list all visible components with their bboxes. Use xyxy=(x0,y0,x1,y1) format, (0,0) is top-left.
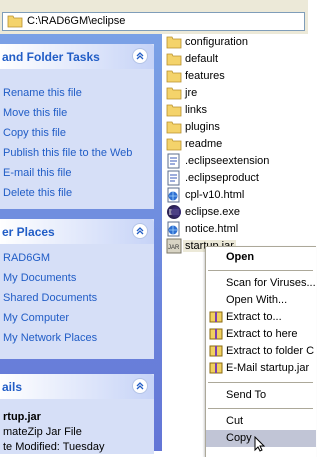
file-item[interactable]: cpl-v10.html xyxy=(166,187,306,203)
file-name: jre xyxy=(185,87,198,99)
copy-file-link[interactable]: Copy this file xyxy=(3,127,66,139)
detail-file-type: mateZip Jar File xyxy=(3,426,82,438)
file-item[interactable]: features xyxy=(166,68,306,84)
publish-file-link[interactable]: Publish this file to the Web xyxy=(3,147,132,159)
archive-icon xyxy=(209,311,223,323)
file-name: .eclipseextension xyxy=(185,155,270,167)
menu-separator xyxy=(208,382,313,383)
place-my-documents-link[interactable]: My Documents xyxy=(3,272,76,284)
archive-icon xyxy=(209,345,223,357)
file-item[interactable]: jre xyxy=(166,85,306,101)
task-pane: and Folder Tasks Rename this file Move t… xyxy=(0,34,162,454)
file-item[interactable]: configuration xyxy=(166,34,306,50)
details-panel: ails rtup.jar mateZip Jar File te Modifi… xyxy=(0,374,154,454)
config-file-icon xyxy=(167,170,180,186)
file-name: features xyxy=(185,70,225,82)
file-item[interactable]: .eclipseextension xyxy=(166,153,306,169)
archive-icon xyxy=(209,362,223,374)
menu-item-label: Send To xyxy=(226,389,267,401)
menu-item-label: Extract to... xyxy=(226,311,282,323)
collapse-chevron-icon[interactable] xyxy=(132,48,148,64)
file-item[interactable]: links xyxy=(166,102,306,118)
folder-icon xyxy=(166,87,182,100)
file-name: cpl-v10.html xyxy=(185,189,245,201)
menu-item-open[interactable]: Open xyxy=(206,249,316,266)
html-file-icon xyxy=(167,187,180,203)
config-file-icon xyxy=(167,153,180,169)
menu-item-label: Open xyxy=(226,251,255,263)
panel-title: ails xyxy=(2,380,23,394)
menu-item-scan-viruses[interactable]: Scan for Viruses... xyxy=(206,275,316,292)
folder-icon xyxy=(166,70,182,83)
file-item[interactable]: eclipse.exe xyxy=(166,204,306,220)
address-bar: C:\RAD6GM\eclipse xyxy=(0,0,308,35)
menu-item-extract-here[interactable]: Extract to here xyxy=(206,326,316,343)
menu-item-label: Extract to folder C xyxy=(226,345,315,357)
file-item[interactable]: plugins xyxy=(166,119,306,135)
file-name: configuration xyxy=(185,36,248,48)
jar-file-icon: JAR xyxy=(166,238,182,254)
folder-icon xyxy=(166,53,182,66)
address-path: C:\RAD6GM\eclipse xyxy=(27,15,126,27)
file-item[interactable]: default xyxy=(166,51,306,67)
place-my-computer-link[interactable]: My Computer xyxy=(3,312,69,324)
rename-file-link[interactable]: Rename this file xyxy=(3,87,82,99)
folder-icon xyxy=(166,138,182,151)
folder-icon xyxy=(166,104,182,117)
mouse-pointer-icon xyxy=(254,436,266,452)
menu-item-cut[interactable]: Cut xyxy=(206,413,316,430)
panel-title: er Places xyxy=(2,225,55,239)
menu-item-label: Extract to here xyxy=(226,328,298,340)
file-item[interactable]: .eclipseproduct xyxy=(166,170,306,186)
file-name: links xyxy=(185,104,208,116)
eclipse-exe-icon xyxy=(167,205,181,219)
file-item[interactable]: readme xyxy=(166,136,306,152)
menu-item-label: Copy xyxy=(226,432,252,444)
context-menu: Open Scan for Viruses... Open With... Ex… xyxy=(205,246,316,457)
menu-separator xyxy=(208,270,313,271)
folder-icon xyxy=(166,36,182,49)
menu-item-label: E-Mail startup.jar xyxy=(226,362,310,374)
collapse-chevron-icon[interactable] xyxy=(132,378,148,394)
panel-header[interactable]: er Places xyxy=(0,219,154,244)
address-field[interactable]: C:\RAD6GM\eclipse xyxy=(2,12,305,31)
file-name: plugins xyxy=(185,121,220,133)
place-shared-documents-link[interactable]: Shared Documents xyxy=(3,292,97,304)
menu-item-label: Cut xyxy=(226,415,244,427)
menu-item-label: Open With... xyxy=(226,294,288,306)
collapse-chevron-icon[interactable] xyxy=(132,223,148,239)
html-file-icon xyxy=(167,221,180,237)
delete-file-link[interactable]: Delete this file xyxy=(3,187,72,199)
place-rad6gm-link[interactable]: RAD6GM xyxy=(3,252,50,264)
file-folder-tasks-panel: and Folder Tasks Rename this file Move t… xyxy=(0,44,154,209)
folder-icon xyxy=(166,121,182,134)
other-places-panel: er Places RAD6GM My Documents Shared Doc… xyxy=(0,219,154,359)
file-name: notice.html xyxy=(185,223,239,235)
move-file-link[interactable]: Move this file xyxy=(3,107,67,119)
file-name: default xyxy=(185,53,219,65)
email-file-link[interactable]: E-mail this file xyxy=(3,167,71,179)
file-name: readme xyxy=(185,138,223,150)
menu-item-extract-to[interactable]: Extract to... xyxy=(206,309,316,326)
menu-item-open-with[interactable]: Open With... xyxy=(206,292,316,309)
place-my-network-places-link[interactable]: My Network Places xyxy=(3,332,97,344)
detail-file-name: rtup.jar xyxy=(3,411,41,423)
panel-title: and Folder Tasks xyxy=(2,50,100,64)
menu-item-label: Scan for Viruses... xyxy=(226,277,316,289)
svg-text:JAR: JAR xyxy=(168,245,180,251)
menu-item-extract-folder[interactable]: Extract to folder C xyxy=(206,343,316,360)
file-item[interactable]: notice.html xyxy=(166,221,306,237)
panel-header[interactable]: and Folder Tasks xyxy=(0,44,154,69)
menu-item-email[interactable]: E-Mail startup.jar xyxy=(206,360,316,377)
panel-header[interactable]: ails xyxy=(0,374,154,399)
menu-item-send-to[interactable]: Send To xyxy=(206,387,316,404)
detail-date-modified: te Modified: Tuesday xyxy=(3,441,105,453)
folder-icon xyxy=(7,15,23,28)
file-name: .eclipseproduct xyxy=(185,172,259,184)
archive-icon xyxy=(209,328,223,340)
menu-separator xyxy=(208,408,313,409)
file-name: eclipse.exe xyxy=(185,206,241,218)
